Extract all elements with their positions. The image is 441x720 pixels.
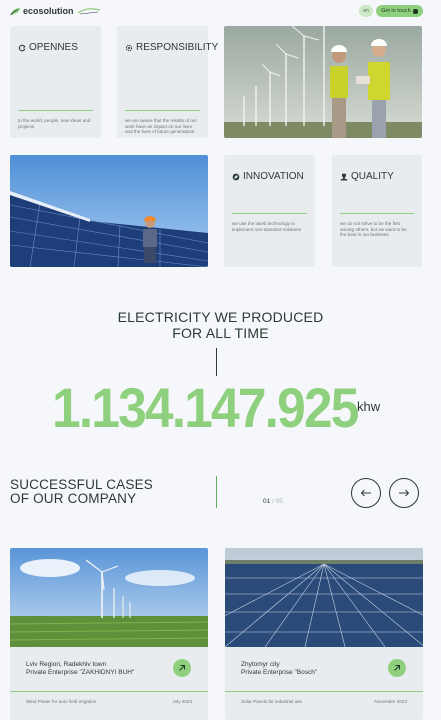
value-text: we are aware that the results of our wor…: [125, 118, 198, 135]
case-location: Zhytomyr city Private Enterprise "Bosch": [241, 661, 318, 676]
arrow-left-icon: [360, 489, 371, 497]
leaf-circle-icon: [232, 173, 240, 180]
value-card-innovation: INNOVATION we use the latest technology …: [224, 155, 315, 267]
value-text: we do not strive to be the first among o…: [340, 221, 407, 238]
solar-engineer-image: [10, 155, 208, 267]
case-divider: [10, 691, 208, 692]
case-card: Zhytomyr city Private Enterprise "Bosch"…: [225, 548, 423, 720]
header: ecosolution en Get in touch: [0, 0, 441, 22]
arrow-right-icon: [399, 489, 410, 497]
case-location: Lviv Region, Radekhiv town Private Enter…: [26, 661, 135, 676]
case-date: November 2023: [374, 699, 407, 704]
case-divider: [225, 691, 423, 692]
logo-text: ecosolution: [23, 6, 74, 16]
value-card-quality: QUALITY we do not strive to be the first…: [332, 155, 422, 267]
value-title: OPENNES: [18, 42, 78, 53]
language-button[interactable]: en: [359, 5, 373, 17]
electricity-counter: 1.134.147.925: [52, 376, 359, 439]
get-in-touch-button[interactable]: Get in touch: [376, 5, 423, 17]
card-divider: [340, 213, 414, 214]
trophy-icon: [340, 173, 348, 180]
cases-title: SUCCESSFUL CASES OF OUR COMPANY: [10, 477, 153, 506]
value-text: we use the latest technology to implemen…: [232, 221, 301, 232]
gear-icon: [125, 44, 133, 51]
case-open-button[interactable]: [388, 659, 406, 677]
wind-engineers-image: [224, 26, 422, 138]
case-description: Solar Panels for industrial use: [241, 699, 303, 704]
arrow-icon: [413, 8, 418, 14]
refresh-icon: [18, 44, 26, 51]
next-case-button[interactable]: [389, 478, 419, 508]
wind-engineers-photo: [224, 26, 422, 138]
value-card-openness: OPENNES to the world, people, new ideas …: [10, 26, 101, 138]
wind-farm-image: [10, 548, 208, 647]
case-card: Lviv Region, Radekhiv town Private Enter…: [10, 548, 208, 720]
pager-total: 05: [275, 498, 283, 505]
get-in-touch-label: Get in touch: [381, 8, 411, 14]
case-open-button[interactable]: [173, 659, 191, 677]
prev-case-button[interactable]: [351, 478, 381, 508]
arrow-up-right-icon: [179, 665, 185, 671]
cases-pager: 01 / 05: [263, 498, 283, 505]
stats-divider: [216, 348, 217, 376]
arrow-up-right-icon: [394, 665, 400, 671]
stats-title: ELECTRICITY WE PRODUCED FOR ALL TIME: [117, 309, 324, 341]
solar-farm-image: [225, 548, 423, 647]
value-text: to the world, people, new ideas and proj…: [18, 118, 91, 129]
value-title: RESPONSIBILITY: [125, 42, 218, 53]
card-divider: [18, 110, 93, 111]
leaf-logo-icon: [10, 7, 21, 15]
solar-engineer-photo: [10, 155, 208, 267]
value-title: INNOVATION: [232, 171, 304, 182]
value-title: QUALITY: [340, 171, 394, 182]
logo[interactable]: ecosolution: [10, 5, 101, 17]
card-divider: [232, 213, 307, 214]
logo-swoosh-icon: [77, 8, 100, 15]
case-description: Wind Power for auto field irrigation: [26, 699, 97, 704]
card-divider: [125, 110, 200, 111]
cases-divider: [216, 476, 217, 508]
case-date: July 2023: [172, 699, 192, 704]
electricity-unit: khw: [357, 399, 381, 414]
value-card-responsibility: RESPONSIBILITY we are aware that the res…: [117, 26, 218, 138]
